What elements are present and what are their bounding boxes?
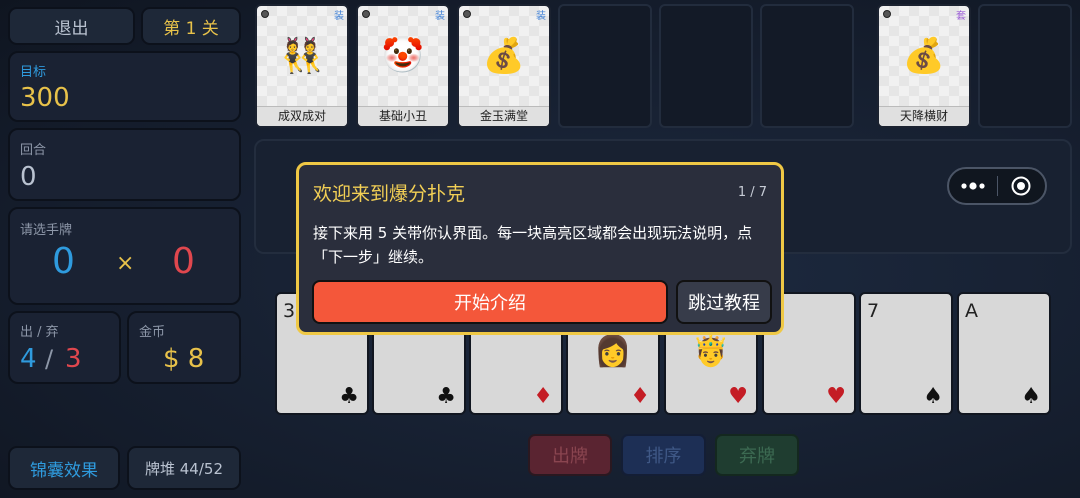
money-bag-icon: 💰 [902, 36, 946, 76]
card-rank: A [965, 300, 978, 322]
select-hand-label: 请选手牌 [20, 223, 73, 238]
coins-value: $ 8 [163, 344, 205, 374]
tutorial-dialog: 欢迎来到爆分扑克 1 / 7 接下来用 5 关带你认界面。每一块高亮区域都会出现… [296, 162, 784, 335]
discards-left: 3 [65, 344, 82, 374]
exit-button[interactable]: 退出 [8, 7, 135, 45]
card-rank: 7 [867, 300, 880, 322]
joker-dot-icon [261, 10, 269, 18]
consumable-dot-icon [883, 10, 891, 18]
spade-suit-icon: ♠ [1021, 384, 1041, 409]
joker-name: 基础小丑 [358, 106, 448, 126]
skip-tutorial-label: 跳过教程 [688, 293, 760, 314]
multiply-sign: × [116, 251, 135, 276]
consumable-tag: 套 [956, 11, 966, 22]
bag-effects-label: 锦囊效果 [30, 460, 98, 481]
club-suit-icon: ♣ [339, 384, 359, 409]
mini-program-capsule [947, 167, 1047, 205]
spade-suit-icon: ♠ [923, 384, 943, 409]
joker-card[interactable]: 装 👯 成双成对 [255, 4, 349, 128]
sort-button[interactable]: 排序 [621, 434, 706, 476]
round-value: 0 [20, 162, 37, 192]
start-intro-label: 开始介绍 [454, 293, 526, 314]
tutorial-step-counter: 1 / 7 [737, 185, 767, 200]
consumable-name: 天降横财 [879, 106, 969, 126]
card-rank: 3 [283, 300, 296, 322]
hand-score-panel: 请选手牌 0 × 0 [8, 207, 241, 305]
bag-effects-button[interactable]: 锦囊效果 [8, 446, 120, 490]
target-panel: 目标 300 [8, 51, 241, 122]
exit-label: 退出 [54, 18, 89, 39]
heart-suit-icon: ♥ [826, 384, 846, 409]
plays-discards-panel: 出 / 弃 4 / 3 [8, 311, 121, 384]
plays-left: 4 [20, 344, 37, 374]
round-panel: 回合 0 [8, 128, 241, 201]
plays-discards-slash: / [45, 345, 54, 373]
empty-consumable-slot [978, 4, 1072, 128]
round-label: 回合 [20, 143, 47, 158]
queen-face-icon: 👩 [594, 334, 632, 369]
chips-value: 0 [52, 241, 75, 282]
more-dots-glyph [961, 182, 985, 190]
discard-button[interactable]: 弃牌 [715, 434, 799, 476]
empty-joker-slot [659, 4, 753, 128]
tutorial-title: 欢迎来到爆分扑克 [313, 183, 466, 205]
deck-button[interactable]: 牌堆 44/52 [127, 446, 241, 490]
diamond-suit-icon: ♦ [630, 384, 650, 409]
level-badge: 第 1 关 [141, 7, 241, 45]
consumable-card[interactable]: 套 💰 天降横财 [877, 4, 971, 128]
play-hand-label: 出牌 [552, 446, 588, 467]
joker-tag: 装 [435, 11, 445, 22]
target-label: 目标 [20, 65, 47, 80]
target-close-icon[interactable] [998, 175, 1046, 197]
play-discard-label: 出 / 弃 [20, 325, 59, 340]
target-value: 300 [20, 83, 70, 113]
dancers-emoji-icon: 👯 [280, 36, 324, 76]
play-hand-button[interactable]: 出牌 [528, 434, 612, 476]
level-label: 第 1 关 [163, 18, 219, 39]
joker-emoji-icon: 🤡 [381, 36, 425, 76]
more-dots-icon[interactable] [949, 181, 997, 191]
empty-joker-slot [760, 4, 854, 128]
mult-value: 0 [172, 241, 195, 282]
joker-name: 金玉满堂 [459, 106, 549, 126]
joker-card[interactable]: 装 💰 金玉满堂 [457, 4, 551, 128]
empty-joker-slot [558, 4, 652, 128]
coins-panel: 金币 $ 8 [127, 311, 241, 384]
king-face-icon: 🤴 [692, 334, 730, 369]
coins-label: 金币 [139, 325, 166, 340]
joker-card[interactable]: 装 🤡 基础小丑 [356, 4, 450, 128]
hand-card[interactable]: 7 ♠ [859, 292, 953, 415]
heart-suit-icon: ♥ [728, 384, 748, 409]
start-intro-button[interactable]: 开始介绍 [312, 280, 668, 324]
joker-tag: 装 [334, 11, 344, 22]
deck-count-label: 牌堆 44/52 [145, 459, 223, 478]
discard-label: 弃牌 [739, 446, 775, 467]
club-suit-icon: ♣ [436, 384, 456, 409]
joker-dot-icon [362, 10, 370, 18]
hand-card[interactable]: A ♠ [957, 292, 1051, 415]
sort-label: 排序 [645, 446, 682, 467]
tutorial-body: 接下来用 5 关带你认界面。每一块高亮区域都会出现玩法说明，点「下一步」继续。 [313, 224, 753, 266]
money-bag-icon: 💰 [482, 36, 526, 76]
joker-tag: 装 [536, 11, 546, 22]
diamond-suit-icon: ♦ [533, 384, 553, 409]
skip-tutorial-button[interactable]: 跳过教程 [676, 280, 772, 324]
target-close-glyph [1011, 176, 1031, 196]
joker-dot-icon [463, 10, 471, 18]
joker-name: 成双成对 [257, 106, 347, 126]
